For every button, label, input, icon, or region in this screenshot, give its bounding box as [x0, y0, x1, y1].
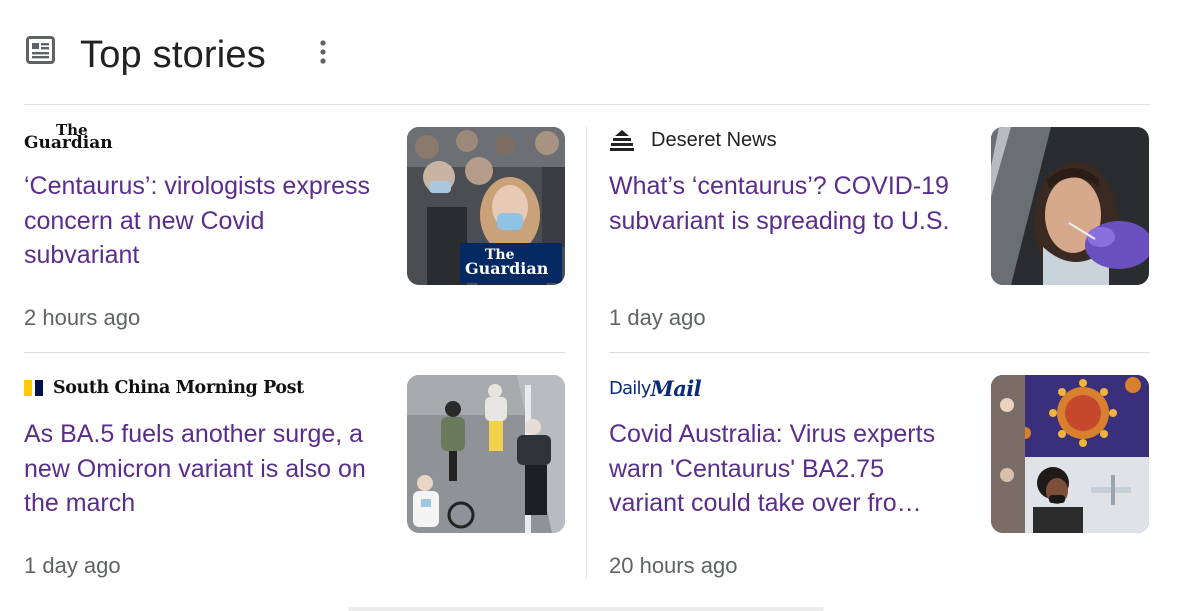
nasal-swab-image — [991, 127, 1149, 285]
column-divider — [586, 127, 587, 579]
story-time: 2 hours ago — [24, 305, 141, 330]
virus-vaccine-collage-image — [991, 375, 1149, 533]
story-thumbnail[interactable]: The Guardian — [407, 127, 565, 285]
dailymail-logo-daily: Daily — [609, 377, 651, 399]
story-card-deseret[interactable]: Deseret News What’s ‘centaurus’? COVID-1… — [609, 127, 1150, 337]
top-stories-header: Top stories — [0, 0, 1200, 104]
guardian-thumb-logo: The Guardian — [465, 247, 549, 278]
row-divider-left — [24, 352, 565, 353]
story-headline[interactable]: What’s ‘centaurus’? COVID-19 subvariant … — [609, 169, 961, 238]
section-title: Top stories — [80, 34, 266, 76]
story-time: 1 day ago — [24, 553, 121, 578]
story-headline[interactable]: ‘Centaurus’: virologists express concern… — [24, 169, 376, 273]
story-thumbnail[interactable] — [407, 375, 565, 533]
source-scmp: South China Morning Post — [24, 375, 304, 401]
source-guardian: The Guardian — [24, 121, 114, 153]
story-thumbnail[interactable] — [991, 375, 1149, 533]
story-card-guardian[interactable]: The Guardian ‘Centaurus’: virologists ex… — [24, 121, 565, 337]
source-deseret: Deseret News — [609, 127, 777, 153]
header-divider — [24, 104, 1151, 105]
story-time: 1 day ago — [609, 305, 706, 330]
scroll-indicator — [348, 607, 824, 611]
story-time: 20 hours ago — [609, 553, 738, 578]
source-name: South China Morning Post — [53, 378, 304, 398]
deseret-beehive-icon — [610, 130, 634, 151]
story-headline[interactable]: Covid Australia: Virus experts warn 'Cen… — [609, 417, 961, 521]
scmp-logo-icon — [24, 380, 43, 396]
source-name: Deseret News — [651, 128, 777, 151]
story-headline[interactable]: As BA.5 fuels another surge, a new Omicr… — [24, 417, 376, 521]
news-article-icon — [26, 36, 55, 64]
story-card-scmp[interactable]: South China Morning Post As BA.5 fuels a… — [24, 375, 565, 585]
more-vert-icon[interactable] — [311, 38, 335, 66]
story-thumbnail[interactable] — [991, 127, 1149, 285]
cyclists-street-image — [407, 375, 565, 533]
dailymail-logo-mail: Mail — [650, 375, 702, 401]
story-card-dailymail[interactable]: Daily Mail Covid Australia: Virus expert… — [609, 375, 1150, 585]
guardian-logo: The Guardian — [24, 121, 113, 153]
source-dailymail: Daily Mail — [609, 375, 702, 401]
row-divider-right — [609, 352, 1150, 353]
